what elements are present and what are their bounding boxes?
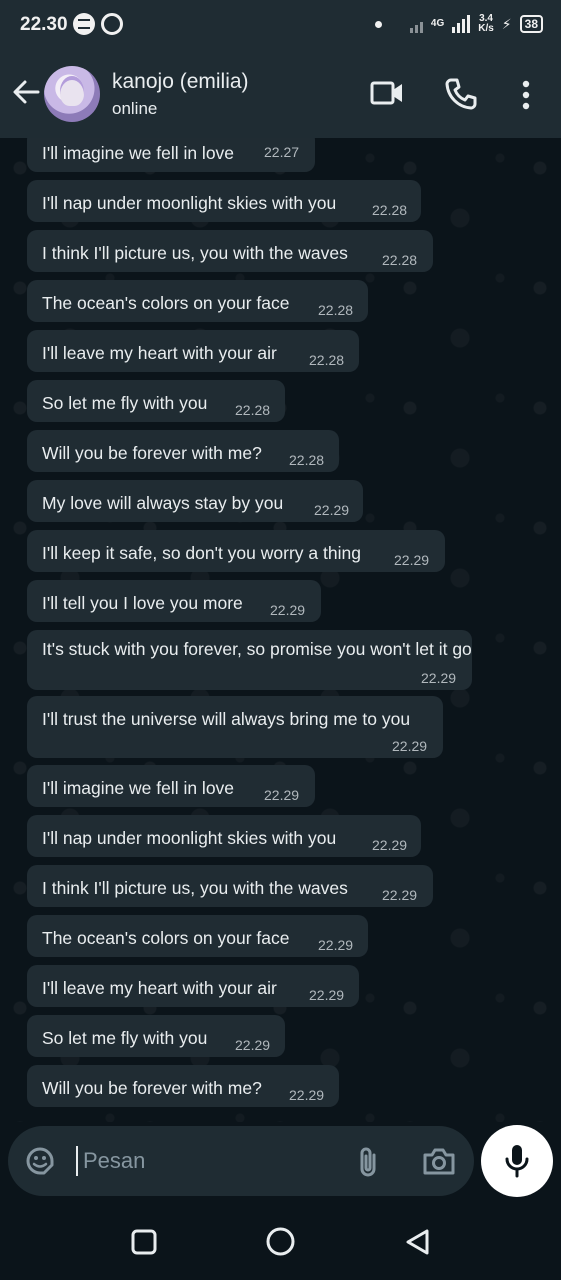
message-input[interactable]: Pesan <box>83 1148 145 1174</box>
battery-icon: 38 <box>519 15 543 33</box>
message-bubble[interactable]: I think I'll picture us, you with the wa… <box>27 865 433 907</box>
mic-icon <box>505 1145 529 1178</box>
speed-unit: K/s <box>478 23 494 34</box>
status-time: 22.30 <box>20 14 68 35</box>
message-text: I'll trust the universe will always brin… <box>42 709 411 729</box>
signal-icon <box>409 15 423 33</box>
message-text: I'll tell you I love you more <box>42 593 243 613</box>
message-bubble[interactable]: I think I'll picture us, you with the wa… <box>27 230 433 272</box>
message-text: So let me fly with you <box>42 393 208 413</box>
voice-call-icon[interactable] <box>444 77 478 111</box>
message-time: 22.28 <box>382 252 418 268</box>
message-time: 22.29 <box>264 787 300 803</box>
mic-button[interactable] <box>481 1125 553 1197</box>
message-time: 22.28 <box>235 402 271 418</box>
charging-bolt-icon: ⚡ <box>501 15 512 32</box>
network-type: 4G <box>430 18 445 29</box>
message-text: I think I'll picture us, you with the wa… <box>42 878 348 898</box>
message-bubble[interactable]: I'll imagine we fell in love 22.29 <box>27 765 315 807</box>
back-icon[interactable] <box>404 1228 432 1256</box>
message-text: I'll imagine we fell in love <box>42 143 235 163</box>
message-text: I'll leave my heart with your air <box>42 343 277 363</box>
message-composer[interactable]: Pesan <box>8 1126 474 1196</box>
message-bubble[interactable]: I'll keep it safe, so don't you worry a … <box>27 530 445 572</box>
message-time: 22.27 <box>264 144 300 160</box>
message-text: It's stuck with you forever, so promise … <box>42 639 472 659</box>
contact-name[interactable]: kanojo (emilia) <box>112 70 249 94</box>
message-time: 22.29 <box>318 937 354 953</box>
message-bubble[interactable]: My love will always stay by you 22.29 <box>27 480 363 522</box>
message-text: My love will always stay by you <box>42 493 284 513</box>
message-bubble[interactable]: The ocean's colors on your face 22.28 <box>27 280 368 322</box>
message-time: 22.29 <box>289 1087 325 1103</box>
signal-strength-icon <box>452 15 471 33</box>
recents-icon[interactable] <box>130 1228 158 1256</box>
text-cursor <box>76 1146 78 1176</box>
message-bubble[interactable]: The ocean's colors on your face 22.29 <box>27 915 368 957</box>
message-time: 22.29 <box>372 837 408 853</box>
message-text: I think I'll picture us, you with the wa… <box>42 243 348 263</box>
message-time: 22.29 <box>394 552 430 568</box>
message-bubble[interactable]: I'll trust the universe will always brin… <box>27 696 443 758</box>
message-text: The ocean's colors on your face <box>42 293 290 313</box>
dot-icon <box>374 20 382 28</box>
message-text: I'll nap under moonlight skies with you <box>42 828 337 848</box>
message-bubble[interactable]: Will you be forever with me? 22.28 <box>27 430 339 472</box>
message-bubble[interactable]: I'll leave my heart with your air 22.29 <box>27 965 359 1007</box>
message-text: So let me fly with you <box>42 1028 208 1048</box>
message-text: I'll imagine we fell in love <box>42 778 235 798</box>
message-bubble[interactable]: I'll nap under moonlight skies with you … <box>27 815 421 857</box>
message-bubble[interactable]: So let me fly with you 22.29 <box>27 1015 285 1057</box>
message-time: 22.29 <box>309 987 345 1003</box>
sticker-icon[interactable] <box>24 1145 56 1177</box>
message-bubble[interactable]: I'll leave my heart with your air 22.28 <box>27 330 359 372</box>
message-time: 22.28 <box>309 352 345 368</box>
message-time: 22.29 <box>392 738 428 754</box>
message-text: I'll leave my heart with your air <box>42 978 277 998</box>
network-speed: 3.4 K/s <box>478 14 494 34</box>
message-bubble[interactable]: So let me fly with you 22.28 <box>27 380 285 422</box>
message-text: Will you be forever with me? <box>42 443 262 463</box>
message-text: The ocean's colors on your face <box>42 928 290 948</box>
message-bubble[interactable]: Will you be forever with me? 22.29 <box>27 1065 339 1107</box>
battery-level: 38 <box>524 17 538 31</box>
message-list[interactable]: I'll imagine we fell in love 22.27 I'll … <box>0 138 561 1122</box>
status-bar: 22.30 4G 3.4 K/s ⚡ 38 <box>0 0 561 50</box>
home-icon[interactable] <box>265 1226 296 1257</box>
attach-icon[interactable] <box>356 1145 380 1179</box>
more-options-icon[interactable] <box>519 80 533 110</box>
message-time: 22.29 <box>382 887 418 903</box>
message-time: 22.28 <box>289 452 325 468</box>
video-call-icon[interactable] <box>370 78 404 108</box>
message-bubble[interactable]: I'll imagine we fell in love 22.27 <box>27 138 315 172</box>
vpn-ring-icon <box>101 13 123 35</box>
message-text: I'll nap under moonlight skies with you <box>42 193 337 213</box>
back-arrow-icon[interactable] <box>10 76 42 108</box>
message-bubble[interactable]: It's stuck with you forever, so promise … <box>27 630 472 690</box>
message-time: 22.28 <box>372 202 408 218</box>
camera-icon[interactable] <box>422 1146 456 1176</box>
message-text: Will you be forever with me? <box>42 1078 262 1098</box>
message-time: 22.29 <box>314 502 350 518</box>
message-time: 22.29 <box>235 1037 271 1053</box>
message-time: 22.28 <box>318 302 354 318</box>
avatar[interactable] <box>44 66 100 122</box>
contact-status: online <box>112 99 158 118</box>
message-bubble[interactable]: I'll nap under moonlight skies with you … <box>27 180 421 222</box>
message-time: 22.29 <box>270 602 306 618</box>
chat-header: kanojo (emilia) online <box>0 50 561 138</box>
spotify-icon <box>73 13 95 35</box>
system-nav-bar <box>0 1206 561 1280</box>
message-time: 22.29 <box>421 670 457 686</box>
message-text: I'll keep it safe, so don't you worry a … <box>42 543 361 563</box>
message-bubble[interactable]: I'll tell you I love you more 22.29 <box>27 580 321 622</box>
